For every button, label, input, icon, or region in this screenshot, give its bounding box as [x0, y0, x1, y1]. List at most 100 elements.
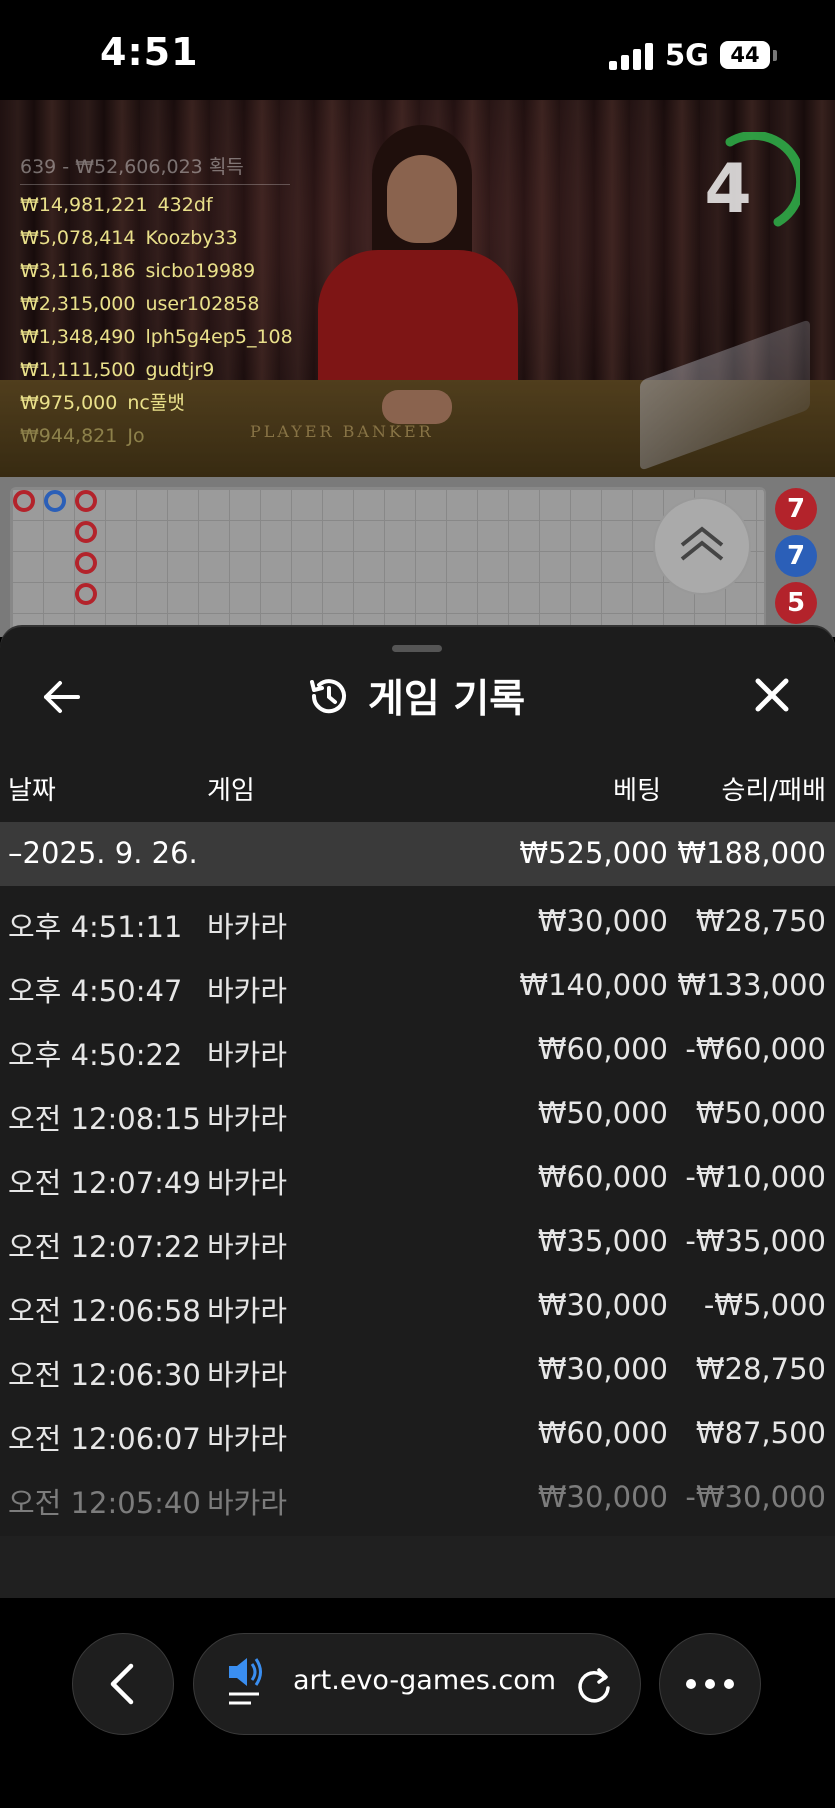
- row-bet: ₩50,000: [537, 1096, 668, 1130]
- page-title: 게임 기록: [368, 677, 526, 722]
- player-count-chip: 7: [775, 535, 817, 577]
- winner-amount: ₩2,315,000: [20, 293, 136, 315]
- live-video[interactable]: PLAYER BANKER 639 - ₩52,606,023 획득 ₩14,9…: [0, 100, 835, 477]
- row-win-loss: ₩28,750: [695, 904, 826, 938]
- sheet-footer: [0, 1536, 835, 1598]
- row-game: 바카라: [207, 1486, 288, 1520]
- row-bet: ₩30,000: [537, 1352, 668, 1386]
- column-header-bet: 베팅: [613, 776, 661, 806]
- row-game: 바카라: [207, 1358, 288, 1392]
- column-header-date: 날짜: [8, 776, 56, 806]
- bead-banker: [75, 583, 97, 605]
- table-row[interactable]: 오전 12:06:30 바카라 ₩30,000 ₩28,750: [0, 1338, 835, 1402]
- winner-row: ₩5,078,414 Koozby33: [20, 222, 293, 255]
- row-bet: ₩60,000: [537, 1032, 668, 1066]
- winner-row: ₩944,821 Jo: [20, 420, 293, 453]
- winner-row: ₩1,348,490 lph5g4ep5_108: [20, 321, 293, 354]
- signal-icon: [609, 42, 655, 70]
- winners-header: 639 - ₩52,606,023 획득: [20, 152, 290, 185]
- bead-banker: [75, 552, 97, 574]
- winner-row: ₩3,116,186 sicbo19989: [20, 255, 293, 288]
- url-text: art.evo-games.com: [293, 1665, 557, 1696]
- row-time: 오전 12:06:07: [8, 1422, 201, 1456]
- row-game: 바카라: [207, 1422, 288, 1456]
- close-button[interactable]: [750, 673, 794, 717]
- winner-row: ₩975,000 nc풀뱃: [20, 387, 293, 420]
- date-group-bet-total: ₩525,000: [519, 836, 668, 870]
- row-time: 오전 12:06:30: [8, 1358, 201, 1392]
- winner-user: gudtjr9: [145, 359, 215, 381]
- row-time: 오후 4:51:11: [8, 910, 183, 944]
- table-row[interactable]: 오전 12:05:40 바카라 ₩30,000 -₩30,000: [0, 1466, 835, 1530]
- winner-row: ₩14,981,221 432df: [20, 189, 293, 222]
- row-win-loss: -₩30,000: [685, 1480, 826, 1514]
- countdown-number: 4: [704, 150, 752, 229]
- winner-user: Jo: [127, 425, 145, 447]
- row-time: 오전 12:05:40: [8, 1486, 201, 1520]
- row-win-loss: ₩50,000: [695, 1096, 826, 1130]
- table-row[interactable]: 오전 12:08:15 바카라 ₩50,000 ₩50,000: [0, 1082, 835, 1146]
- table-row[interactable]: 오후 4:51:11 바카라 ₩30,000 ₩28,750: [0, 890, 835, 954]
- row-game: 바카라: [207, 1230, 288, 1264]
- winner-user: lph5g4ep5_108: [145, 326, 293, 348]
- row-bet: ₩30,000: [537, 904, 668, 938]
- status-bar: 4:51 5G 44: [0, 0, 835, 100]
- winner-amount: ₩14,981,221: [20, 194, 148, 216]
- close-icon: [755, 678, 789, 712]
- winner-row: ₩1,111,500 gudtjr9: [20, 354, 293, 387]
- date-group-label: –2025. 9. 26.: [8, 836, 198, 870]
- table-row[interactable]: 오후 4:50:47 바카라 ₩140,000 ₩133,000: [0, 954, 835, 1018]
- reload-icon[interactable]: [573, 1664, 615, 1706]
- more-dots-icon: [686, 1679, 734, 1689]
- tie-count-chip: 5: [775, 582, 817, 624]
- winner-row: ₩2,315,000 user102858: [20, 288, 293, 321]
- row-game: 바카라: [207, 1166, 288, 1200]
- bead-player: [44, 490, 66, 512]
- row-win-loss: ₩28,750: [695, 1352, 826, 1386]
- row-time: 오전 12:06:58: [8, 1294, 201, 1328]
- table-row[interactable]: 오전 12:07:22 바카라 ₩35,000 -₩35,000: [0, 1210, 835, 1274]
- bead-banker: [75, 521, 97, 543]
- bead-banker: [13, 490, 35, 512]
- row-bet: ₩30,000: [537, 1288, 668, 1322]
- row-time: 오전 12:07:22: [8, 1230, 201, 1264]
- table-row[interactable]: 오전 12:07:49 바카라 ₩60,000 -₩10,000: [0, 1146, 835, 1210]
- winner-amount: ₩975,000: [20, 392, 118, 414]
- table-row[interactable]: 오전 12:06:07 바카라 ₩60,000 ₩87,500: [0, 1402, 835, 1466]
- winner-amount: ₩3,116,186: [20, 260, 136, 282]
- winner-user: nc풀뱃: [127, 392, 185, 414]
- row-bet: ₩60,000: [537, 1416, 668, 1450]
- battery-nub: [773, 50, 777, 61]
- more-button[interactable]: [659, 1633, 761, 1735]
- row-game: 바카라: [207, 910, 288, 944]
- row-win-loss: ₩87,500: [695, 1416, 826, 1450]
- table-row[interactable]: 오전 12:06:58 바카라 ₩30,000 -₩5,000: [0, 1274, 835, 1338]
- row-bet: ₩60,000: [537, 1160, 668, 1194]
- speaker-icon: [229, 1658, 262, 1705]
- row-bet: ₩35,000: [537, 1224, 668, 1258]
- winner-user: 432df: [157, 194, 213, 216]
- date-group-win-loss-total: ₩188,000: [677, 836, 826, 870]
- arrow-left-icon: [44, 681, 80, 713]
- winner-user: Koozby33: [145, 227, 238, 249]
- battery-icon: 44: [720, 41, 770, 69]
- winner-amount: ₩1,348,490: [20, 326, 136, 348]
- chevron-left-icon: [110, 1663, 134, 1705]
- history-clock-icon: [310, 679, 346, 714]
- row-win-loss: -₩10,000: [685, 1160, 826, 1194]
- date-group-row[interactable]: –2025. 9. 26. ₩525,000 ₩188,000: [0, 822, 835, 886]
- row-time: 오후 4:50:47: [8, 974, 183, 1008]
- back-button[interactable]: [38, 673, 86, 721]
- row-game: 바카라: [207, 1294, 288, 1328]
- row-win-loss: -₩60,000: [685, 1032, 826, 1066]
- sheet-drag-handle[interactable]: [392, 645, 442, 652]
- browser-back-button[interactable]: [72, 1633, 174, 1735]
- column-header-win-loss: 승리/패배: [721, 776, 826, 806]
- row-time: 오전 12:08:15: [8, 1102, 201, 1136]
- scroll-up-button[interactable]: [655, 499, 749, 593]
- status-time: 4:51: [100, 30, 199, 74]
- winner-amount: ₩944,821: [20, 425, 118, 447]
- table-row[interactable]: 오후 4:50:22 바카라 ₩60,000 -₩60,000: [0, 1018, 835, 1082]
- row-bet: ₩140,000: [519, 968, 668, 1002]
- network-label: 5G: [665, 38, 709, 72]
